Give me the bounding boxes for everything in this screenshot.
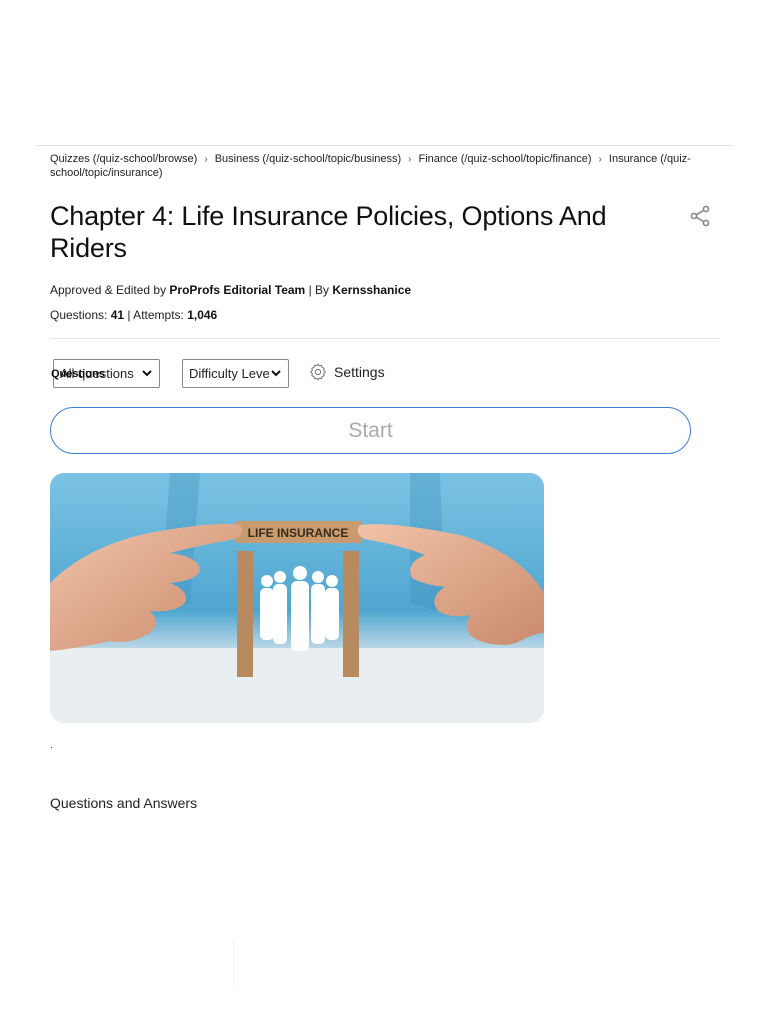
settings-button[interactable]: Settings <box>308 362 385 382</box>
difficulty-select[interactable]: Difficulty Leve <box>182 359 289 388</box>
share-icon[interactable] <box>688 204 712 228</box>
approved-prefix: Approved & Edited by <box>50 283 170 297</box>
breadcrumb-separator: › <box>598 154 602 165</box>
questions-select-label: Questions <box>51 368 105 380</box>
breadcrumb: Quizzes (/quiz-school/browse) › Business (… <box>50 153 710 180</box>
chevron-down-icon <box>142 370 152 377</box>
breadcrumb-quizzes[interactable]: Quizzes (/quiz-school/browse) <box>50 153 197 165</box>
hero-sign-text: LIFE INSURANCE <box>248 526 349 540</box>
questions-count: 41 <box>110 308 125 322</box>
breadcrumb-finance[interactable]: Finance (/quiz-school/topic/finance) <box>419 153 592 165</box>
settings-label: Settings <box>334 364 385 380</box>
questions-select[interactable]: All questions Questions <box>51 359 160 388</box>
approval-line: Approved & Edited by ProProfs Editorial … <box>50 283 411 297</box>
quiz-stats: Questions: 41 | Attempts: 1,046 <box>50 308 217 322</box>
by-prefix: | By <box>305 283 333 297</box>
questions-answers-heading: Questions and Answers <box>50 795 198 811</box>
start-button[interactable]: Start <box>50 407 691 454</box>
top-divider <box>36 145 733 146</box>
questions-label: Questions: <box>50 308 111 322</box>
page-title: Chapter 4: Life Insurance Policies, Opti… <box>50 201 607 263</box>
quiz-cover-image: LIFE INSURANCE <box>50 473 544 723</box>
faint-divider <box>233 940 234 985</box>
breadcrumb-separator: › <box>204 154 208 165</box>
breadcrumb-separator: › <box>408 154 412 165</box>
section-divider <box>50 338 720 339</box>
caption-dot: . <box>50 740 53 751</box>
attempts-count: 1,046 <box>187 308 218 322</box>
chevron-down-icon <box>271 370 281 377</box>
author-name[interactable]: Kernsshanice <box>332 283 411 297</box>
breadcrumb-business[interactable]: Business (/quiz-school/topic/business) <box>215 153 401 165</box>
gear-icon <box>310 363 326 381</box>
attempts-label: | Attempts: <box>124 308 188 322</box>
difficulty-select-value: Difficulty Leve <box>189 366 270 381</box>
editor-name[interactable]: ProProfs Editorial Team <box>169 283 305 297</box>
